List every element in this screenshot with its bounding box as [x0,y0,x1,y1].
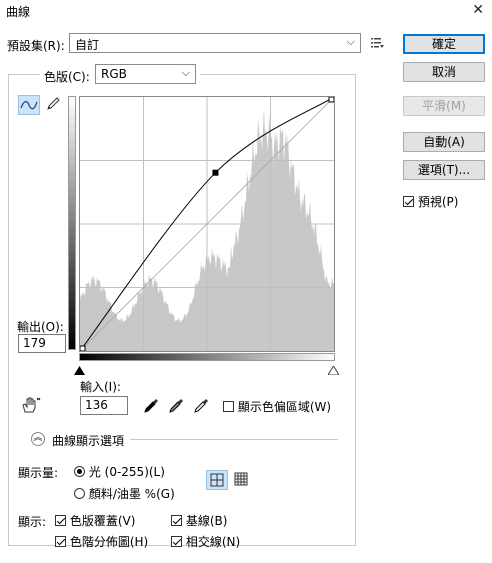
show-amount-label: 顯示量: [18,466,59,480]
channel-select[interactable]: RGB ⌵ [95,64,196,84]
options-button[interactable]: 選項(T)... [403,160,485,180]
pigment-option[interactable]: 顏料/油墨 %(G) [74,485,175,502]
intersection-line-option[interactable]: 相交線(N) [171,533,240,550]
black-point-slider[interactable] [74,364,85,378]
output-field[interactable]: 179 [18,334,66,353]
input-field[interactable]: 136 [80,396,128,415]
baseline-checkbox[interactable] [171,515,182,526]
white-point-slider[interactable] [327,364,340,378]
collapse-chevron-icon[interactable]: ︽ [31,432,45,446]
black-eyedropper-tool[interactable] [143,396,161,417]
curve-point-white[interactable] [328,97,334,103]
curve-point-black[interactable] [80,345,86,351]
curve-point-selected[interactable] [212,169,219,176]
channel-value: RGB [101,67,127,81]
smooth-button[interactable]: 平滑(M) [403,96,485,116]
pigment-option-label: 顏料/油墨 %(G) [88,487,175,501]
light-option-label: 光 (0-255)(L) [88,465,165,479]
histogram-label: 色階分佈圖(H) [69,535,149,549]
preview-checkbox[interactable]: 預視(P) [403,193,458,210]
gray-eyedropper-tool[interactable] [168,396,186,417]
show-clipping-checkbox[interactable] [223,401,234,412]
pencil-tool-icon [47,97,60,110]
gray-eyedropper-icon [169,399,183,413]
close-icon[interactable]: ✕ [472,2,484,18]
pigment-radio[interactable] [74,488,85,499]
pencil-tool[interactable] [45,96,61,115]
curve-graph[interactable] [79,96,335,352]
light-radio[interactable] [74,466,85,477]
chevron-down-icon: ⌵ [346,35,355,48]
baseline-option[interactable]: 基線(B) [171,512,227,529]
detailed-grid-icon [234,472,248,486]
chevron-down-icon: ⌵ [181,66,190,79]
channel-overlays-option[interactable]: 色版覆蓋(V) [55,512,135,529]
window-title: 曲線 [6,5,31,19]
input-label: 輸入(I): [80,380,121,394]
auto-button[interactable]: 自動(A) [403,132,485,152]
intersection-line-label: 相交線(N) [185,535,241,549]
preset-select[interactable]: 自訂 ⌵ [69,33,361,53]
intersection-line-checkbox[interactable] [171,536,182,547]
preview-checkbox-box[interactable] [403,196,414,207]
preset-label: 預設集(R): [7,39,65,53]
simple-grid-toggle[interactable] [206,470,228,490]
black-eyedropper-icon [144,399,158,413]
display-options-title: 曲線顯示選項 [52,434,125,448]
show-clipping-label: 顯示色偏區域(W) [237,400,332,414]
cancel-button[interactable]: 取消 [403,62,485,82]
curve-point-tool-icon [20,100,38,110]
simple-grid-icon [210,473,224,487]
ok-button[interactable]: 確定 [403,34,485,54]
curve-point-tool[interactable] [18,95,40,115]
channel-overlays-label: 色版覆蓋(V) [69,514,136,528]
white-eyedropper-icon [194,399,208,413]
channel-overlays-checkbox[interactable] [55,515,66,526]
output-gradient-bar [68,96,76,350]
curve-graph-canvas[interactable] [80,97,334,351]
divider [130,439,338,440]
preset-value: 自訂 [75,38,100,52]
baseline-label: 基線(B) [185,514,228,528]
histogram-checkbox[interactable] [55,536,66,547]
white-eyedropper-tool[interactable] [193,396,211,417]
channel-label: 色版(C): [44,70,90,84]
detailed-grid-toggle[interactable] [231,470,253,490]
preview-label: 預視(P) [417,195,459,209]
histogram-option[interactable]: 色階分佈圖(H) [55,533,148,550]
output-label: 輸出(O): [17,320,64,334]
light-option[interactable]: 光 (0-255)(L) [74,463,165,480]
show-clipping-option[interactable]: 顯示色偏區域(W) [223,398,331,415]
title-bar [0,0,492,22]
targeted-adjustment-icon [22,397,41,413]
input-gradient-bar [79,353,335,361]
preset-menu-icon[interactable] [371,37,385,52]
targeted-adjustment-tool[interactable] [20,396,42,417]
show-label: 顯示: [18,515,47,529]
